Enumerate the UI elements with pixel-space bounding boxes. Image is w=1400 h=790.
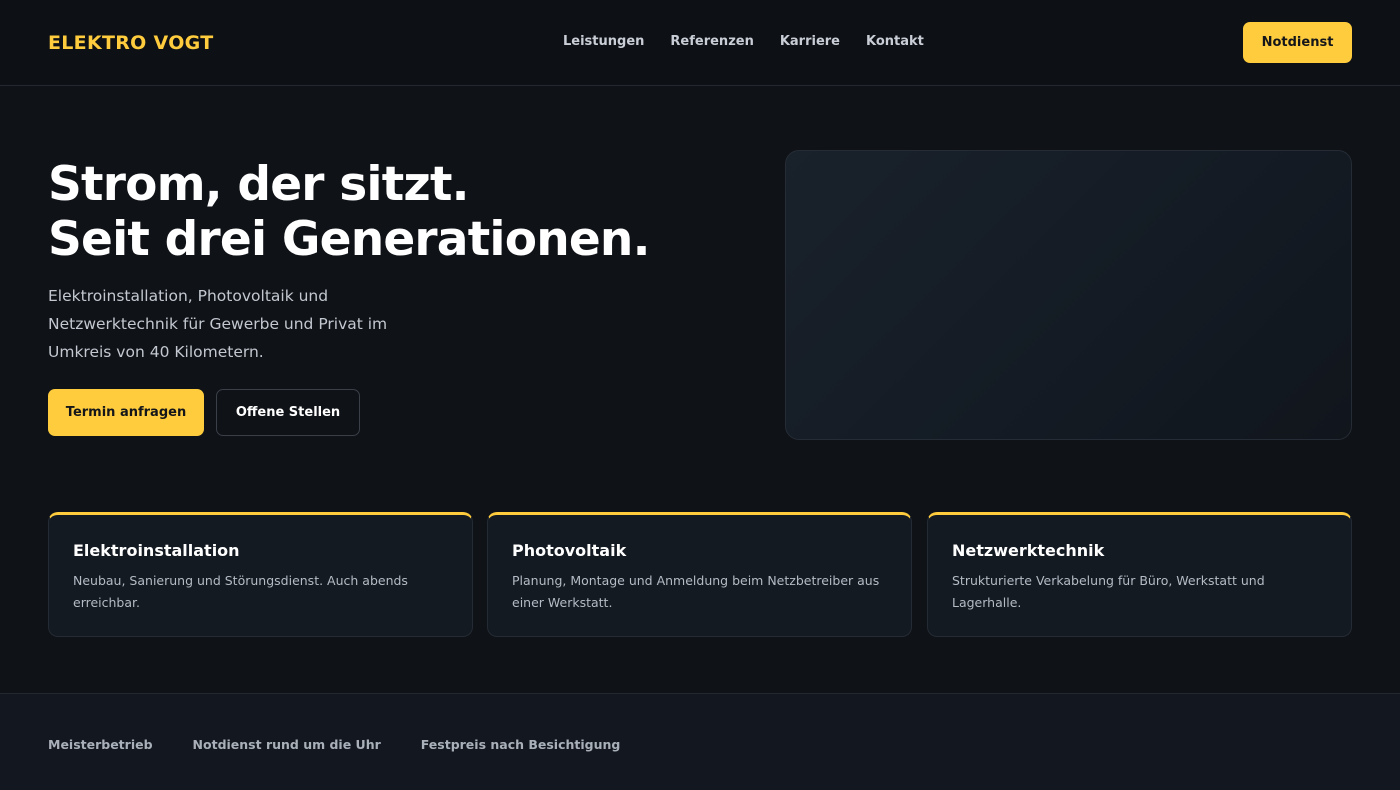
service-card-photovoltaik: Photovoltaik Planung, Montage und Anmeld…: [487, 512, 912, 637]
hero-image-placeholder: [785, 150, 1352, 440]
emergency-button[interactable]: Notdienst: [1243, 22, 1352, 63]
hero-title-line-1: Strom, der sitzt.: [48, 157, 469, 212]
service-card-title: Elektroinstallation: [73, 541, 240, 560]
hero-title: Strom, der sitzt. Seit drei Generationen…: [48, 157, 650, 267]
service-card-text: Planung, Montage und Anmeldung beim Netz…: [512, 573, 880, 610]
footer-highlights: Meisterbetrieb Notdienst rund um die Uhr…: [48, 737, 620, 752]
brand-logo[interactable]: ELEKTRO VOGT: [48, 32, 214, 54]
site-footer: Meisterbetrieb Notdienst rund um die Uhr…: [0, 693, 1400, 790]
service-card-text: Neubau, Sanierung und Störungsdienst. Au…: [73, 573, 408, 610]
nav-link-referenzen[interactable]: Referenzen: [670, 34, 753, 49]
nav-link-leistungen[interactable]: Leistungen: [563, 34, 644, 49]
main-nav: Leistungen Referenzen Karriere Kontakt: [563, 34, 924, 49]
footer-item-meisterbetrieb: Meisterbetrieb: [48, 737, 153, 752]
footer-item-notdienst: Notdienst rund um die Uhr: [192, 737, 381, 752]
request-appointment-button[interactable]: Termin anfragen: [48, 389, 204, 436]
hero-description: Elektroinstallation, Photovoltaik und Ne…: [48, 287, 388, 361]
hero-title-line-2: Seit drei Generationen.: [48, 212, 650, 267]
service-card-title: Photovoltaik: [512, 541, 627, 560]
service-card-netzwerktechnik: Netzwerktechnik Strukturierte Verkabelun…: [927, 512, 1352, 637]
nav-link-kontakt[interactable]: Kontakt: [866, 34, 924, 49]
open-positions-button[interactable]: Offene Stellen: [216, 389, 360, 436]
service-card-elektroinstallation: Elektroinstallation Neubau, Sanierung un…: [48, 512, 473, 637]
service-card-title: Netzwerktechnik: [952, 541, 1105, 560]
nav-link-karriere[interactable]: Karriere: [780, 34, 840, 49]
service-card-text: Strukturierte Verkabelung für Büro, Werk…: [952, 573, 1265, 610]
site-header: ELEKTRO VOGT Leistungen Referenzen Karri…: [0, 0, 1400, 86]
footer-item-festpreis: Festpreis nach Besichtigung: [420, 737, 621, 752]
